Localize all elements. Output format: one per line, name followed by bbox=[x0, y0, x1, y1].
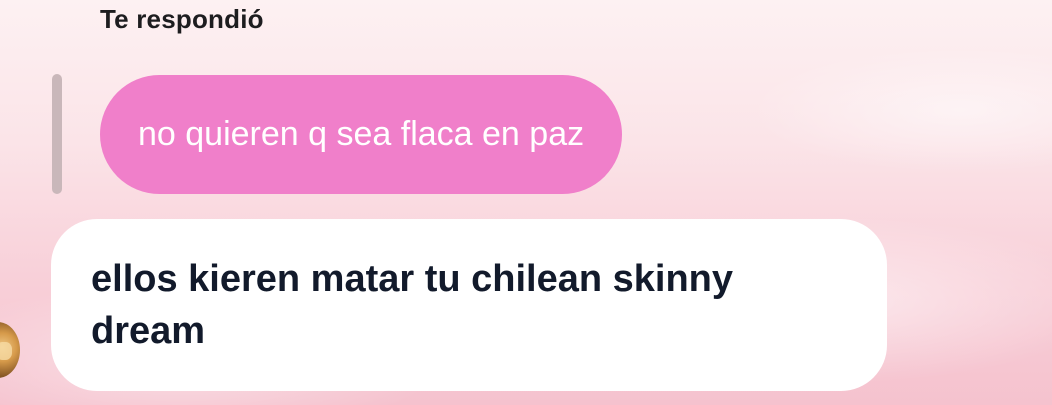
message-bubble[interactable]: ellos kieren matar tu chilean skinny dre… bbox=[51, 219, 887, 391]
sender-avatar[interactable] bbox=[0, 322, 20, 378]
lion-avatar-icon bbox=[0, 342, 12, 360]
reply-indicator-bar bbox=[52, 74, 62, 194]
quoted-message-text: no quieren q sea flaca en paz bbox=[138, 115, 585, 153]
reply-label: Te respondió bbox=[100, 4, 264, 34]
message-text: ellos kieren matar tu chilean skinny dre… bbox=[91, 258, 734, 352]
quoted-message-bubble[interactable]: no quieren q sea flaca en paz bbox=[100, 75, 623, 194]
